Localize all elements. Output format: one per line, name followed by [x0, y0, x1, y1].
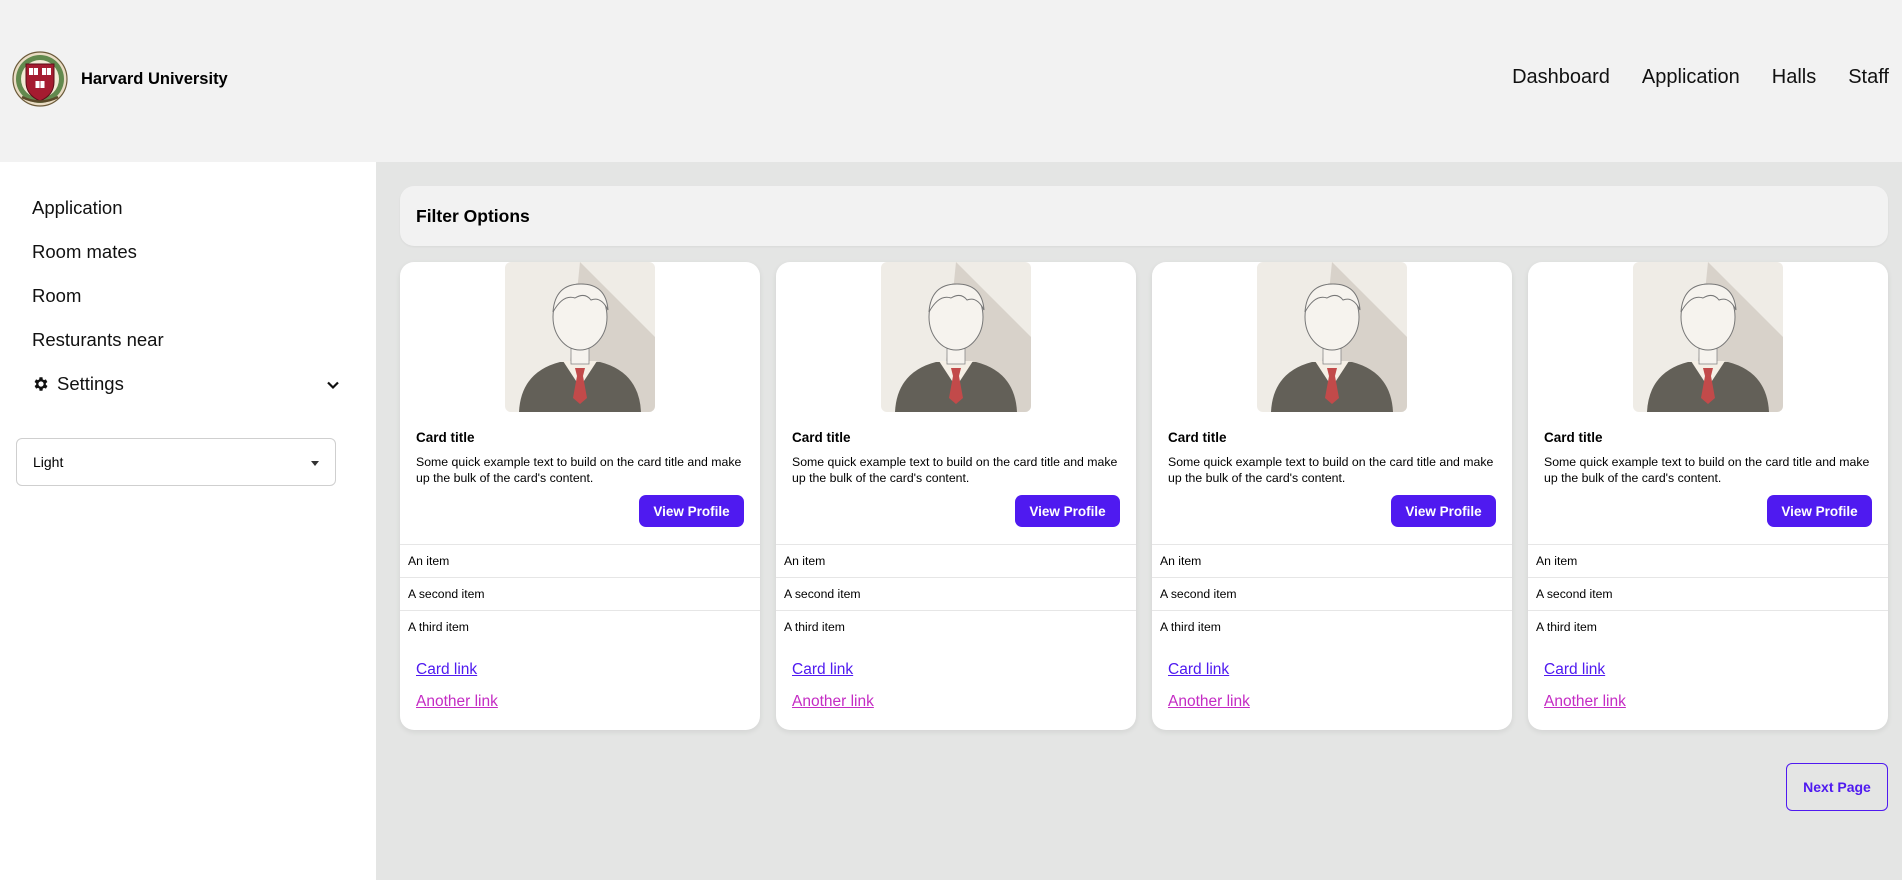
another-link[interactable]: Another link — [416, 693, 498, 711]
filter-options-bar[interactable]: Filter Options — [400, 186, 1888, 246]
chevron-down-icon — [327, 381, 339, 390]
top-header: Harvard University Dashboard Application… — [0, 0, 1902, 162]
profile-card: Card title Some quick example text to bu… — [400, 262, 760, 730]
list-item: A second item — [1152, 577, 1512, 610]
profile-avatar-image — [1257, 262, 1407, 412]
next-page-button[interactable]: Next Page — [1786, 763, 1888, 811]
card-text: Some quick example text to build on the … — [1544, 455, 1870, 485]
harvard-shield-logo — [12, 51, 68, 107]
card-list: An item A second item A third item — [1528, 544, 1888, 643]
sidebar: Application Room mates Room Resturants n… — [0, 162, 376, 880]
another-link[interactable]: Another link — [1168, 693, 1250, 711]
view-profile-button[interactable]: View Profile — [1767, 495, 1872, 527]
list-item: An item — [400, 544, 760, 577]
card-title: Card title — [792, 430, 851, 445]
card-title: Card title — [1168, 430, 1227, 445]
card-text: Some quick example text to build on the … — [1168, 455, 1494, 485]
profile-card: Card title Some quick example text to bu… — [1152, 262, 1512, 730]
list-item: An item — [776, 544, 1136, 577]
list-item: A third item — [1152, 610, 1512, 643]
nav-halls[interactable]: Halls — [1772, 66, 1816, 89]
filter-options-label: Filter Options — [416, 205, 530, 226]
brand-name: Harvard University — [81, 69, 228, 88]
card-title: Card title — [1544, 430, 1603, 445]
nav-application[interactable]: Application — [1642, 66, 1740, 89]
view-profile-button[interactable]: View Profile — [1015, 495, 1120, 527]
nav-dashboard[interactable]: Dashboard — [1512, 66, 1610, 89]
card-text: Some quick example text to build on the … — [792, 455, 1118, 485]
card-list: An item A second item A third item — [1152, 544, 1512, 643]
list-item: An item — [1528, 544, 1888, 577]
nav-staff[interactable]: Staff — [1848, 66, 1889, 89]
another-link[interactable]: Another link — [1544, 693, 1626, 711]
gear-icon — [34, 377, 48, 391]
card-link[interactable]: Card link — [1168, 661, 1229, 679]
view-profile-button[interactable]: View Profile — [639, 495, 744, 527]
caret-down-icon — [311, 461, 319, 466]
sidebar-item-application[interactable]: Application — [32, 197, 123, 219]
list-item: A third item — [400, 610, 760, 643]
list-item: A second item — [776, 577, 1136, 610]
view-profile-button[interactable]: View Profile — [1391, 495, 1496, 527]
another-link[interactable]: Another link — [792, 693, 874, 711]
card-link[interactable]: Card link — [416, 661, 477, 679]
settings-label: Settings — [57, 373, 124, 394]
profile-avatar-image — [881, 262, 1031, 412]
card-link[interactable]: Card link — [792, 661, 853, 679]
sidebar-item-settings[interactable]: Settings — [32, 373, 342, 395]
sidebar-item-room-mates[interactable]: Room mates — [32, 241, 137, 263]
list-item: A third item — [776, 610, 1136, 643]
card-list: An item A second item A third item — [400, 544, 760, 643]
card-title: Card title — [416, 430, 475, 445]
list-item: A third item — [1528, 610, 1888, 643]
theme-select[interactable]: Light — [16, 438, 336, 486]
profile-avatar-image — [1633, 262, 1783, 412]
theme-select-value: Light — [33, 454, 64, 470]
list-item: A second item — [400, 577, 760, 610]
profile-card: Card title Some quick example text to bu… — [776, 262, 1136, 730]
top-nav: Dashboard Application Halls Staff — [1512, 66, 1889, 89]
sidebar-item-restaurants[interactable]: Resturants near — [32, 329, 164, 351]
profile-card: Card title Some quick example text to bu… — [1528, 262, 1888, 730]
card-link[interactable]: Card link — [1544, 661, 1605, 679]
list-item: An item — [1152, 544, 1512, 577]
brand[interactable]: Harvard University — [11, 50, 228, 108]
list-item: A second item — [1528, 577, 1888, 610]
profile-avatar-image — [505, 262, 655, 412]
card-text: Some quick example text to build on the … — [416, 455, 742, 485]
card-list: An item A second item A third item — [776, 544, 1136, 643]
sidebar-item-room[interactable]: Room — [32, 285, 81, 307]
